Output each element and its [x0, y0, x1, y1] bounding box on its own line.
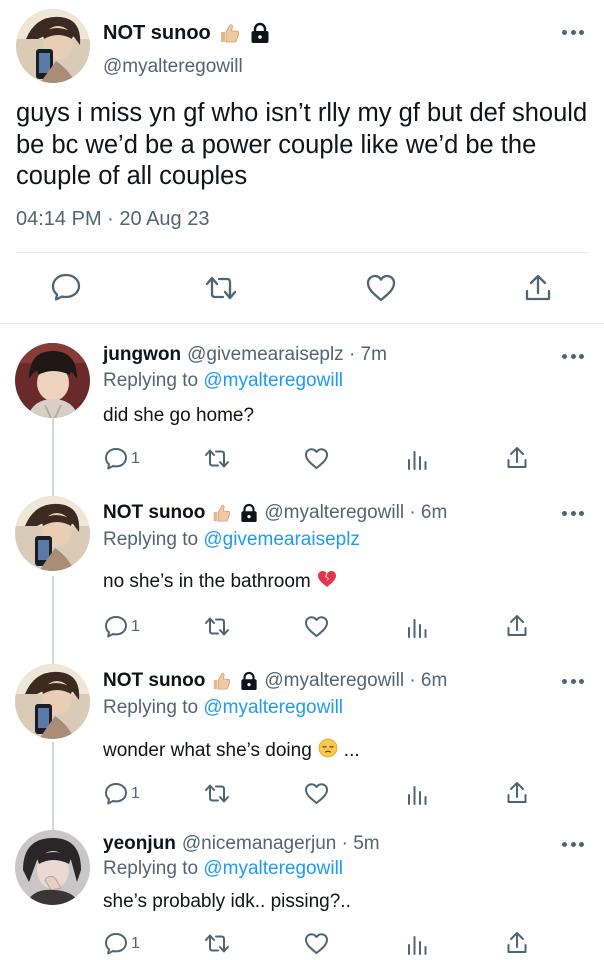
share-icon[interactable] — [506, 931, 528, 955]
more-icon[interactable] — [562, 509, 584, 517]
reply-button[interactable]: 1 — [104, 932, 140, 955]
reply-button[interactable]: 1 — [104, 615, 140, 638]
lock-icon — [250, 22, 270, 44]
reply-text: did she go home? — [103, 405, 254, 427]
reply-text: she’s probably idk.. pissing?.. — [103, 891, 351, 913]
analytics-icon[interactable] — [406, 934, 428, 955]
more-icon[interactable] — [562, 28, 584, 36]
thumbs-up-icon — [218, 22, 240, 44]
replying-to-link[interactable]: @myalteregowill — [203, 697, 343, 718]
replying-to: Replying to @givemearaiseplz — [103, 529, 360, 551]
reply-actions: 1 — [0, 613, 604, 641]
reply-icon[interactable] — [51, 273, 81, 301]
lock-icon — [240, 671, 258, 691]
reply-text: no she’s in the bathroom — [103, 570, 337, 594]
replying-prefix: Replying to — [103, 697, 199, 718]
reply-tweet[interactable]: yeonjun @nicemanagerjun · 5m Replying to… — [0, 825, 604, 960]
reply-text: wonder what she’s doing ... — [103, 738, 360, 764]
handle-time[interactable]: @givemearaiseplz · 7m — [187, 344, 387, 366]
display-name[interactable]: yeonjun — [103, 833, 176, 855]
reply-count: 1 — [131, 617, 140, 635]
replying-prefix: Replying to — [103, 858, 199, 879]
reply-header: yeonjun @nicemanagerjun · 5m — [103, 833, 380, 855]
reply-header: NOT sunoo @myalteregowill · 6m — [103, 670, 447, 692]
lock-icon — [240, 503, 258, 523]
avatar[interactable] — [15, 343, 90, 418]
pensive-face-icon — [318, 738, 338, 764]
retweet-icon[interactable] — [203, 275, 239, 301]
share-icon[interactable] — [506, 614, 528, 638]
reply-icon — [104, 782, 128, 805]
reply-text-body: she’s probably idk.. pissing?.. — [103, 891, 351, 912]
handle-time[interactable]: @myalteregowill · 6m — [264, 670, 447, 692]
like-icon[interactable] — [366, 274, 396, 302]
replying-to-link[interactable]: @myalteregowill — [203, 858, 343, 879]
reply-text-suffix: ... — [343, 740, 360, 761]
avatar[interactable] — [15, 496, 90, 571]
analytics-icon[interactable] — [406, 449, 428, 470]
reply-tweet[interactable]: NOT sunoo @myalteregowill · 6m Replying … — [0, 493, 604, 653]
more-icon[interactable] — [562, 677, 584, 685]
avatar[interactable] — [15, 830, 90, 905]
share-icon[interactable] — [524, 273, 552, 303]
analytics-icon[interactable] — [406, 784, 428, 805]
reply-header: jungwon @givemearaiseplz · 7m — [103, 344, 387, 366]
like-icon[interactable] — [304, 615, 329, 638]
replying-prefix: Replying to — [103, 529, 199, 550]
more-icon[interactable] — [562, 840, 584, 848]
replying-prefix: Replying to — [103, 370, 199, 391]
reply-actions: 1 — [0, 780, 604, 808]
avatar[interactable] — [15, 664, 90, 739]
divider — [0, 323, 604, 324]
tweet-actions — [0, 253, 604, 323]
reply-button[interactable]: 1 — [104, 447, 140, 470]
like-icon[interactable] — [304, 782, 329, 805]
replying-to: Replying to @myalteregowill — [103, 858, 343, 880]
reply-tweet[interactable]: NOT sunoo @myalteregowill · 6m Replying … — [0, 660, 604, 820]
main-tweet: NOT sunoo @myalteregowill guys i miss yn… — [0, 0, 604, 325]
reply-icon — [104, 615, 128, 638]
more-icon[interactable] — [562, 352, 584, 360]
thumbs-up-icon — [211, 671, 231, 691]
display-name[interactable]: NOT sunoo — [103, 22, 211, 45]
replying-to: Replying to @myalteregowill — [103, 370, 343, 392]
reply-text-body: wonder what she’s doing — [103, 740, 312, 761]
reply-actions: 1 — [0, 445, 604, 473]
reply-icon — [104, 932, 128, 955]
reply-count: 1 — [131, 784, 140, 802]
share-icon[interactable] — [506, 446, 528, 470]
reply-icon — [104, 447, 128, 470]
timestamp[interactable]: 04:14 PM · 20 Aug 23 — [16, 208, 209, 231]
share-icon[interactable] — [506, 781, 528, 805]
broken-heart-icon — [317, 570, 337, 594]
reply-actions: 1 — [0, 930, 604, 958]
display-name[interactable]: jungwon — [103, 344, 181, 366]
display-name[interactable]: NOT sunoo — [103, 670, 205, 692]
replying-to: Replying to @myalteregowill — [103, 697, 343, 719]
handle-time[interactable]: @nicemanagerjun · 5m — [182, 833, 380, 855]
retweet-icon[interactable] — [203, 616, 231, 637]
like-icon[interactable] — [304, 447, 329, 470]
reply-text-body: no she’s in the bathroom — [103, 571, 311, 592]
handle[interactable]: @myalteregowill — [103, 56, 243, 78]
retweet-icon[interactable] — [203, 783, 231, 804]
display-name-row: NOT sunoo — [103, 20, 270, 46]
replying-to-link[interactable]: @givemearaiseplz — [203, 529, 360, 550]
thumbs-up-icon — [211, 503, 231, 523]
like-icon[interactable] — [304, 932, 329, 955]
replying-to-link[interactable]: @myalteregowill — [203, 370, 343, 391]
reply-tweet[interactable]: jungwon @givemearaiseplz · 7m Replying t… — [0, 335, 604, 485]
reply-button[interactable]: 1 — [104, 782, 140, 805]
retweet-icon[interactable] — [203, 448, 231, 469]
avatar[interactable] — [16, 9, 90, 83]
handle-time[interactable]: @myalteregowill · 6m — [264, 502, 447, 524]
reply-text-body: did she go home? — [103, 405, 255, 426]
display-name[interactable]: NOT sunoo — [103, 502, 205, 524]
reply-count: 1 — [131, 934, 140, 952]
reply-count: 1 — [131, 449, 140, 467]
tweet-text: guys i miss yn gf who isn’t rlly my gf b… — [16, 99, 588, 190]
retweet-icon[interactable] — [203, 933, 231, 954]
analytics-icon[interactable] — [406, 617, 428, 638]
reply-header: NOT sunoo @myalteregowill · 6m — [103, 502, 447, 524]
